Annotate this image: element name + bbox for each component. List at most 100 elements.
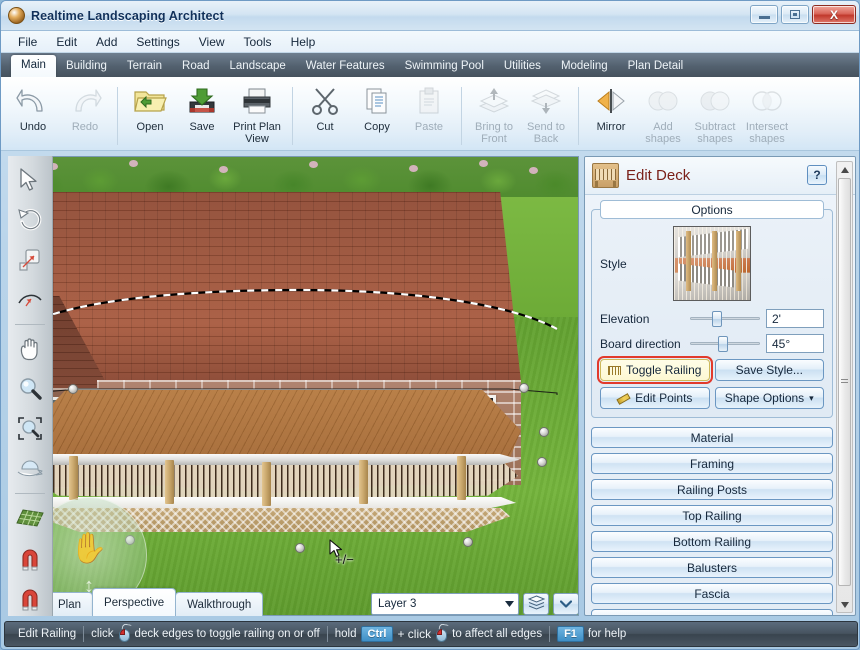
chevron-down-icon: ▾ xyxy=(809,392,814,403)
copy-label: Copy xyxy=(364,121,390,133)
subtract-shapes-label: Subtract shapes xyxy=(694,121,736,145)
save-style-button[interactable]: Save Style... xyxy=(714,359,824,381)
material-button[interactable]: Material xyxy=(591,427,833,448)
railing-posts-button[interactable]: Railing Posts xyxy=(591,479,833,500)
zoom-tool[interactable] xyxy=(11,371,49,408)
send-to-back-button[interactable]: Send to Back xyxy=(520,80,572,145)
scissors-icon xyxy=(308,84,342,118)
hand-icon: ✋ xyxy=(70,532,108,566)
close-button[interactable]: X xyxy=(812,5,856,24)
tool-separator xyxy=(15,323,45,325)
curve-edit-tool[interactable] xyxy=(11,281,49,318)
select-arrow-tool[interactable] xyxy=(11,162,49,199)
panel-scrollbar[interactable] xyxy=(836,161,853,613)
subtract-shapes-button[interactable]: Subtract shapes xyxy=(689,80,741,145)
help-button[interactable]: ? xyxy=(807,165,827,185)
intersect-shapes-button[interactable]: Intersect shapes xyxy=(741,80,793,145)
3d-viewport[interactable]: ✋ ↕ +/− xyxy=(8,156,579,616)
copy-pages-icon xyxy=(360,84,394,118)
board-direction-label: Board direction xyxy=(600,336,681,351)
menu-item-edit[interactable]: Edit xyxy=(47,33,86,51)
balusters-button[interactable]: Balusters xyxy=(591,557,833,578)
save-button[interactable]: Save xyxy=(176,80,228,144)
snap-magnet-tool[interactable] xyxy=(11,540,49,577)
scrollbar-up-button[interactable] xyxy=(837,162,852,177)
tab-swimming-pool[interactable]: Swimming Pool xyxy=(395,56,494,77)
tab-building[interactable]: Building xyxy=(56,56,117,77)
framing-button[interactable]: Framing xyxy=(591,453,833,474)
top-railing-button[interactable]: Top Railing xyxy=(591,505,833,526)
menu-item-view[interactable]: View xyxy=(190,33,234,51)
minimize-button[interactable] xyxy=(750,5,778,24)
add-shapes-button[interactable]: Add shapes xyxy=(637,80,689,145)
menu-item-tools[interactable]: Tools xyxy=(235,33,281,51)
shape-options-button[interactable]: Shape Options ▾ xyxy=(714,387,824,409)
layer-select[interactable]: Layer 3 xyxy=(371,593,519,615)
scale-tool[interactable] xyxy=(11,241,49,278)
grid-tool[interactable] xyxy=(11,500,49,537)
railing-post xyxy=(457,456,466,500)
tab-road[interactable]: Road xyxy=(172,56,220,77)
snap-magnet-tool-2[interactable] xyxy=(11,579,49,616)
undo-button[interactable]: Undo xyxy=(7,80,59,144)
tab-water-features[interactable]: Water Features xyxy=(296,56,395,77)
scrollbar-down-button[interactable] xyxy=(837,597,852,612)
print-plan-view-button[interactable]: Print Plan View xyxy=(228,80,286,145)
app-globe-icon xyxy=(8,7,25,24)
ribbon-tab-strip: Main Building Terrain Road Landscape Wat… xyxy=(1,53,859,77)
panel-body: Options Style Elevation 2' Board directi… xyxy=(585,195,837,615)
tab-plan-detail[interactable]: Plan Detail xyxy=(618,56,694,77)
board-direction-value[interactable]: 45° xyxy=(766,334,824,353)
tab-main[interactable]: Main xyxy=(11,55,56,77)
maximize-icon xyxy=(790,10,800,19)
menu-item-help[interactable]: Help xyxy=(282,33,325,51)
mirror-button[interactable]: Mirror xyxy=(585,80,637,144)
tab-modeling[interactable]: Modeling xyxy=(551,56,618,77)
deck-icon xyxy=(592,163,619,188)
fascia-button[interactable]: Fascia xyxy=(591,583,833,604)
view-tab-perspective[interactable]: Perspective xyxy=(92,588,177,616)
rotate-tool[interactable] xyxy=(11,202,49,239)
subtract-shapes-icon xyxy=(698,84,732,118)
status-hint3-post: for help xyxy=(587,628,627,640)
layers-stack-button[interactable] xyxy=(523,593,549,615)
view-tab-walkthrough[interactable]: Walkthrough xyxy=(175,592,264,616)
board-direction-slider[interactable] xyxy=(690,335,760,352)
scrollbar-thumb[interactable] xyxy=(838,178,851,586)
bring-to-front-button[interactable]: Bring to Front xyxy=(468,80,520,145)
copy-button[interactable]: Copy xyxy=(351,80,403,144)
orbit-tool[interactable] xyxy=(11,450,49,487)
paste-button[interactable]: Paste xyxy=(403,80,455,144)
maximize-button[interactable] xyxy=(781,5,809,24)
pan-tool[interactable] xyxy=(11,331,49,368)
redo-button[interactable]: Redo xyxy=(59,80,111,144)
edit-points-button[interactable]: Edit Points xyxy=(600,387,710,409)
menu-item-add[interactable]: Add xyxy=(87,33,126,51)
tab-terrain[interactable]: Terrain xyxy=(117,56,172,77)
elevation-slider[interactable] xyxy=(690,310,760,327)
mouse-left-click-icon xyxy=(118,623,131,642)
status-hint1-post: deck edges to toggle railing on or off xyxy=(134,628,320,640)
railing-post xyxy=(262,462,271,506)
layer-expand-button[interactable] xyxy=(553,593,579,615)
zoom-to-fit-tool[interactable] xyxy=(11,410,49,447)
tab-utilities[interactable]: Utilities xyxy=(494,56,551,77)
tab-landscape[interactable]: Landscape xyxy=(220,56,296,77)
skirting-button[interactable]: Skirting xyxy=(591,609,833,615)
menu-item-settings[interactable]: Settings xyxy=(127,33,188,51)
bottom-railing-button[interactable]: Bottom Railing xyxy=(591,531,833,552)
open-button[interactable]: Open xyxy=(124,80,176,144)
railing-icon xyxy=(608,365,622,375)
deck-style-thumbnail[interactable] xyxy=(673,226,751,301)
redo-label: Redo xyxy=(71,121,99,133)
view-tab-plan[interactable]: Plan xyxy=(46,592,94,616)
cut-button[interactable]: Cut xyxy=(299,80,351,144)
menu-item-file[interactable]: File xyxy=(9,33,46,51)
intersect-shapes-icon xyxy=(750,84,784,118)
f1-key-badge: F1 xyxy=(557,626,584,642)
toggle-railing-button[interactable]: Toggle Railing xyxy=(597,356,713,384)
intersect-shapes-label: Intersect shapes xyxy=(745,121,789,145)
elevation-value[interactable]: 2' xyxy=(766,309,824,328)
board-direction-row: Board direction 45° xyxy=(600,334,824,353)
deck-top-railing[interactable] xyxy=(26,453,520,465)
